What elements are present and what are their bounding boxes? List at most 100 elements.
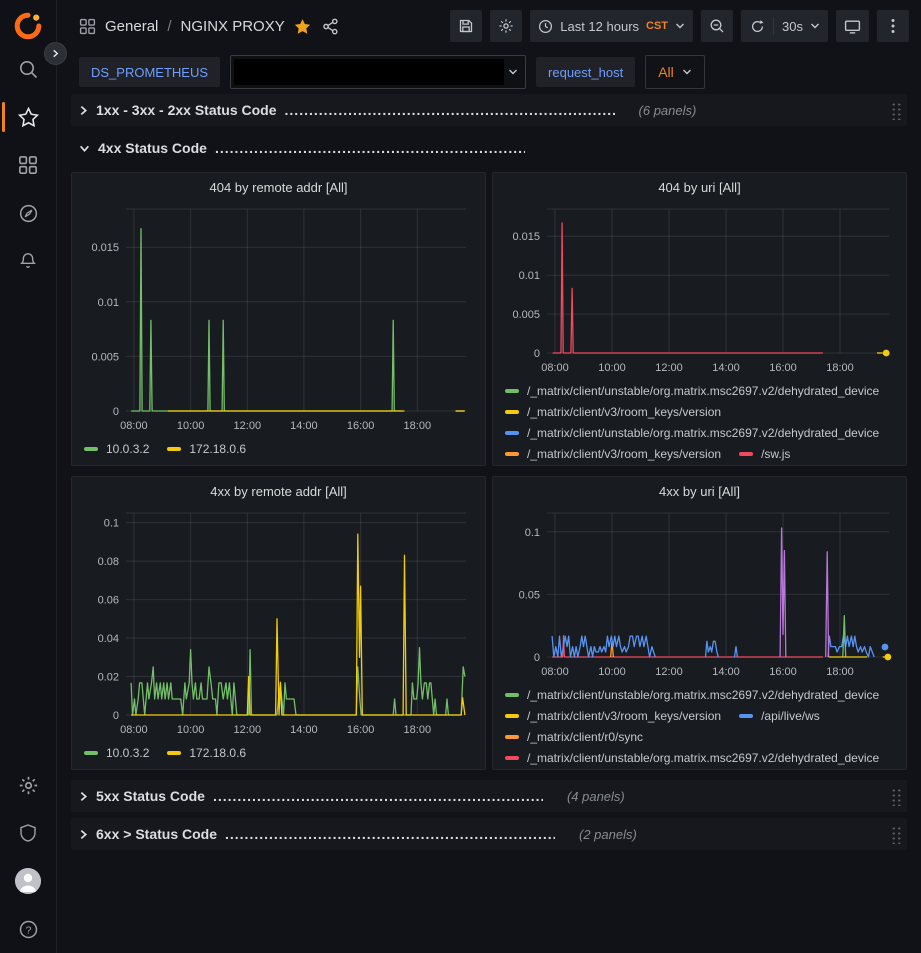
row-panel-count: (6 panels) — [639, 103, 697, 118]
legend-item[interactable]: /_matrix/client/v3/room_keys/version — [505, 709, 721, 723]
legend-item[interactable]: /_matrix/client/unstable/org.matrix.msc2… — [505, 688, 879, 702]
timeseries-chart[interactable]: 00.0050.010.01508:0010:0012:0014:0016:00… — [501, 201, 899, 379]
legend-item[interactable]: /sw.js — [739, 447, 790, 461]
timeseries-chart[interactable]: 00.050.108:0010:0012:0014:0016:0018:00 — [501, 505, 899, 683]
sidebar-item-profile[interactable] — [0, 857, 56, 905]
dashboard-settings-button[interactable] — [490, 10, 522, 42]
favorite-star-icon[interactable] — [294, 18, 311, 35]
legend-item[interactable]: /_matrix/client/v3/room_keys/version — [505, 447, 721, 461]
row-leader-dots: ........................................… — [215, 140, 525, 156]
svg-text:14:00: 14:00 — [290, 420, 318, 432]
kebab-menu-icon — [891, 18, 895, 34]
legend-item[interactable]: /_matrix/client/unstable/org.matrix.msc2… — [505, 751, 879, 765]
svg-text:14:00: 14:00 — [712, 666, 740, 678]
row-drag-handle[interactable] — [890, 825, 901, 844]
sidebar: ? — [0, 0, 57, 953]
panel-legend: /_matrix/client/unstable/org.matrix.msc2… — [501, 379, 898, 466]
row-header-5xx[interactable]: 5xx Status Code ........................… — [71, 780, 907, 812]
request-host-variable-label: request_host — [536, 57, 635, 87]
row-leader-dots: ........................................… — [225, 826, 555, 842]
request-host-variable-value: All — [658, 64, 674, 80]
sidebar-expand-button[interactable] — [44, 42, 67, 65]
panel-4xx-by-remote-addr: 4xx by remote addr [All] 00.020.040.060.… — [71, 476, 486, 770]
panel-title[interactable]: 4xx by uri [All] — [501, 477, 898, 505]
datasource-variable-dropdown[interactable] — [230, 55, 526, 89]
svg-text:0.015: 0.015 — [91, 242, 119, 254]
svg-text:0.005: 0.005 — [512, 309, 540, 321]
legend-item[interactable]: /_matrix/client/v3/room_keys/version — [505, 405, 721, 419]
svg-text:14:00: 14:00 — [290, 724, 318, 736]
svg-text:0.005: 0.005 — [91, 351, 119, 363]
row-header-4xx[interactable]: 4xx Status Code ........................… — [71, 132, 907, 164]
row-title: 5xx Status Code — [96, 788, 205, 804]
chevron-down-icon — [508, 68, 525, 76]
svg-text:0.1: 0.1 — [104, 518, 119, 530]
legend-series-dash — [505, 452, 519, 456]
save-dashboard-button[interactable] — [450, 10, 482, 42]
zoom-out-icon — [709, 18, 725, 34]
legend-item[interactable]: /_matrix/client/unstable/org.matrix.msc2… — [505, 426, 879, 440]
panel-title[interactable]: 404 by uri [All] — [501, 173, 898, 201]
row-drag-handle[interactable] — [890, 101, 901, 120]
panel-legend: 10.0.3.2 172.18.0.6 — [80, 741, 477, 760]
legend-series-label: /_matrix/client/v3/room_keys/version — [527, 405, 721, 419]
svg-text:0: 0 — [113, 710, 119, 722]
refresh-interval-label: 30s — [782, 19, 803, 34]
row-leader-dots: ........................................… — [285, 102, 615, 118]
svg-text:16:00: 16:00 — [347, 724, 375, 736]
help-icon: ? — [18, 919, 39, 940]
sidebar-item-dashboards[interactable] — [0, 141, 56, 189]
legend-series-dash — [167, 751, 181, 755]
row-drag-handle[interactable] — [890, 787, 901, 806]
sidebar-item-explore[interactable] — [0, 189, 56, 237]
time-range-picker[interactable]: Last 12 hours CST — [530, 10, 693, 42]
legend-item[interactable]: 172.18.0.6 — [167, 746, 246, 760]
timeseries-chart[interactable]: 00.020.040.060.080.108:0010:0012:0014:00… — [80, 505, 476, 741]
legend-series-label: /_matrix/client/v3/room_keys/version — [527, 709, 721, 723]
row-header-1xx-3xx-2xx[interactable]: 1xx - 3xx - 2xx Status Code ............… — [71, 94, 907, 126]
legend-item[interactable]: /api/live/ws — [739, 709, 820, 723]
legend-series-label: 172.18.0.6 — [189, 746, 246, 760]
cycle-view-mode-button[interactable] — [836, 10, 869, 42]
panel-404-by-uri: 404 by uri [All] 00.0050.010.01508:0010:… — [492, 172, 907, 466]
row-leader-dots: ........................................… — [213, 788, 543, 804]
sidebar-item-configuration[interactable] — [0, 761, 56, 809]
share-icon[interactable] — [322, 18, 339, 35]
sidebar-item-server-admin[interactable] — [0, 809, 56, 857]
legend-series-label: /_matrix/client/unstable/org.matrix.msc2… — [527, 688, 879, 702]
zoom-out-time-button[interactable] — [701, 10, 733, 42]
legend-item[interactable]: 10.0.3.2 — [84, 746, 149, 760]
row-header-6xx[interactable]: 6xx > Status Code ......................… — [71, 818, 907, 850]
legend-item[interactable]: /_matrix/client/unstable/org.matrix.msc2… — [505, 384, 879, 398]
sidebar-item-help[interactable]: ? — [0, 905, 56, 953]
svg-text:18:00: 18:00 — [826, 666, 854, 678]
refresh-button[interactable] — [741, 10, 773, 42]
legend-series-dash — [84, 751, 98, 755]
timeseries-chart[interactable]: 00.0050.010.01508:0010:0012:0014:0016:00… — [80, 201, 476, 437]
row-panel-count: (2 panels) — [579, 827, 637, 842]
row-panel-count: (4 panels) — [567, 789, 625, 804]
legend-series-dash — [505, 714, 519, 718]
kebab-menu-button[interactable] — [877, 10, 909, 42]
chevron-right-icon — [79, 791, 88, 802]
breadcrumb-folder[interactable]: General — [105, 18, 158, 35]
svg-text:?: ? — [25, 924, 31, 936]
grafana-logo[interactable] — [13, 11, 43, 41]
refresh-interval-dropdown[interactable]: 30s — [774, 10, 828, 42]
legend-series-dash — [167, 447, 181, 451]
legend-item[interactable]: /_matrix/client/r0/sync — [505, 730, 643, 744]
panel-legend: 10.0.3.2 172.18.0.6 — [80, 437, 477, 456]
panel-title[interactable]: 4xx by remote addr [All] — [80, 477, 477, 505]
svg-text:12:00: 12:00 — [655, 362, 683, 374]
legend-item[interactable]: 10.0.3.2 — [84, 442, 149, 456]
sidebar-item-starred[interactable] — [0, 93, 56, 141]
request-host-variable-dropdown[interactable]: All — [645, 55, 705, 89]
legend-series-dash — [505, 756, 519, 760]
svg-text:12:00: 12:00 — [655, 666, 683, 678]
top-navigation: General / NGINX PROXY Last 12 hours CST — [57, 0, 921, 52]
svg-text:0.08: 0.08 — [98, 556, 119, 568]
clock-icon — [538, 19, 553, 34]
legend-item[interactable]: 172.18.0.6 — [167, 442, 246, 456]
sidebar-item-alerting[interactable] — [0, 237, 56, 285]
panel-title[interactable]: 404 by remote addr [All] — [80, 173, 477, 201]
